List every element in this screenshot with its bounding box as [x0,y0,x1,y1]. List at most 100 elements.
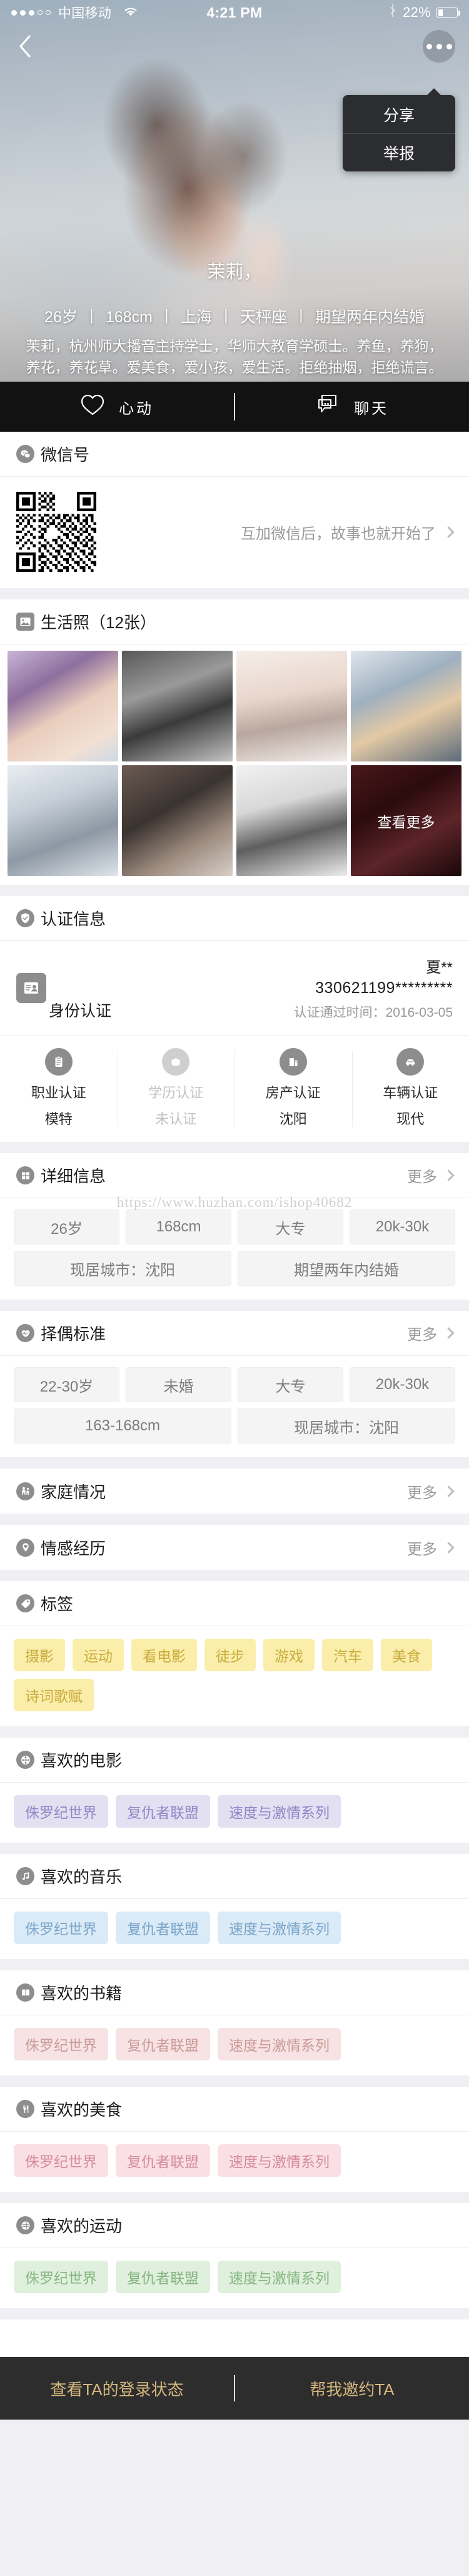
photo-view-more[interactable]: 查看更多 [351,765,461,876]
tag-item[interactable]: 美食 [381,1639,432,1671]
tag-item[interactable]: 运动 [73,1639,124,1671]
favorite-item[interactable]: 速度与激情系列 [218,2028,341,2060]
back-chevron-icon[interactable] [10,31,40,61]
detail-info-section: 详细信息 更多 https://www.huzhan.com/ishop4068… [0,1153,469,1300]
photo-thumbnail[interactable] [351,651,461,761]
verification-education-label: 学历认证 [148,1085,204,1101]
tags-section: 标签 摄影 运动 看电影 徒步 游戏 汽车 美食 诗词歌赋 [0,1581,469,1726]
section-gap [0,1142,469,1153]
like-button[interactable]: 心动 [0,394,234,420]
emotion-section[interactable]: 情感经历 更多 [0,1525,469,1570]
verification-car[interactable]: 车辆认证 现代 [351,1036,469,1142]
section-gap [0,1300,469,1311]
emotion-more[interactable]: 更多 [407,1537,455,1559]
favorite-music-list: 侏罗纪世界 复仇者联盟 速度与激情系列 [0,1899,469,1959]
favorite-item[interactable]: 侏罗纪世界 [14,2028,108,2060]
tag-item[interactable]: 诗词歌赋 [14,1679,94,1711]
favorite-books-title: 喜欢的书籍 [41,1984,123,2003]
house-icon [279,1048,307,1076]
favorite-item[interactable]: 速度与激情系列 [218,2144,341,2177]
verification-property-value: 沈阳 [279,1111,307,1127]
verification-occupation-label: 职业认证 [31,1085,86,1101]
favorite-sport-section: 喜欢的运动 侏罗纪世界 复仇者联盟 速度与激情系列 [0,2203,469,2308]
favorite-item[interactable]: 复仇者联盟 [116,1912,210,1944]
photo-thumbnail[interactable] [236,651,347,761]
photo-view-more-label[interactable]: 查看更多 [351,765,461,876]
photo-thumbnail[interactable] [122,651,233,761]
favorite-item[interactable]: 侏罗纪世界 [14,1795,108,1828]
chat-button[interactable]: 聊天 [235,394,469,420]
heart-icon [80,394,105,420]
favorite-item[interactable]: 侏罗纪世界 [14,2261,108,2293]
photo-thumbnail[interactable] [8,651,118,761]
tag-item[interactable]: 摄影 [14,1639,65,1671]
battery-percent-label: 22% [403,4,431,20]
qr-code-icon[interactable] [16,492,96,572]
wechat-title: 微信号 [41,445,90,464]
id-number: 330621199********* [315,979,453,997]
photo-thumbnail[interactable] [8,765,118,876]
like-label: 心动 [119,400,154,417]
photos-section: 生活照（12张） 查看更多 [0,599,469,885]
emotion-header: 情感经历 更多 [0,1525,469,1570]
favorite-item[interactable]: 复仇者联盟 [116,2144,210,2177]
criteria-more[interactable]: 更多 [407,1322,455,1344]
detail-chip: 168cm [126,1209,231,1245]
detail-info-row-2: 现居城市：沈阳 期望两年内结婚 [14,1251,455,1286]
favorite-item[interactable]: 速度与激情系列 [218,2261,341,2293]
verification-occupation[interactable]: 职业认证 模特 [0,1036,118,1142]
food-icon [16,2100,34,2118]
menu-item-report[interactable]: 举报 [343,133,455,171]
favorite-item[interactable]: 速度与激情系列 [218,1795,341,1828]
favorite-food-header: 喜欢的美食 [0,2087,469,2132]
family-icon [16,1482,34,1500]
tag-item[interactable]: 看电影 [131,1639,197,1671]
verification-property[interactable]: 房产认证 沈阳 [234,1036,352,1142]
favorite-item[interactable]: 复仇者联盟 [116,1795,210,1828]
photo-grid: 查看更多 [0,644,469,885]
view-login-status-button[interactable]: 查看TA的登录状态 [0,2377,234,2400]
photo-thumbnail[interactable] [236,765,347,876]
profile-description: 茉莉，杭州师大播音主持学士，华师大教育学硕士。养鱼，养狗，养花，养花草。爱美食，… [26,337,443,375]
detail-info-more[interactable]: 更多 [407,1164,455,1186]
invite-button[interactable]: 帮我邀约TA [235,2377,469,2400]
criteria-row-2: 163-168cm 现居城市：沈阳 [14,1408,455,1443]
verification-section: 认证信息 身份认证 夏** 330621199********* 认证通过时间：… [0,896,469,1142]
detail-chip: 现居城市：沈阳 [14,1251,231,1286]
tag-item[interactable]: 汽车 [322,1639,373,1671]
verification-car-value: 现代 [396,1111,425,1127]
favorite-item[interactable]: 侏罗纪世界 [14,1912,108,1944]
tag-item[interactable]: 游戏 [263,1639,315,1671]
section-gap [0,1570,469,1581]
chevron-right-icon [443,526,455,538]
verification-education[interactable]: 学历认证 未认证 [117,1036,235,1142]
family-header: 家庭情况 更多 [0,1469,469,1514]
music-note-icon [16,1867,34,1885]
favorite-item[interactable]: 复仇者联盟 [116,2261,210,2293]
meta-height: 168cm [105,308,153,326]
favorite-music-section: 喜欢的音乐 侏罗纪世界 复仇者联盟 速度与激情系列 [0,1854,469,1959]
criteria-row-1: 22-30岁 未婚 大专 20k-30k [14,1367,455,1402]
favorite-item[interactable]: 复仇者联盟 [116,2028,210,2060]
wechat-note[interactable]: 互加微信后，故事也就开始了 [241,521,455,543]
detail-info-more-label: 更多 [407,1169,437,1186]
profile-summary: 茉莉， 26岁丨 168cm 丨上海丨天枰座丨期望两年内结婚 茉莉，杭州师大播音主持… [0,257,469,378]
family-section[interactable]: 家庭情况 更多 [0,1469,469,1514]
photo-thumbnail[interactable] [122,765,233,876]
favorite-sport-header: 喜欢的运动 [0,2203,469,2248]
family-more[interactable]: 更多 [407,1480,455,1502]
tag-item[interactable]: 徒步 [204,1639,256,1671]
verification-title: 认证信息 [41,910,106,929]
section-gap [0,1959,469,1970]
chevron-right-icon [443,1541,455,1554]
criteria-chips: 22-30岁 未婚 大专 20k-30k 163-168cm 现居城市：沈阳 [0,1356,469,1457]
menu-item-share[interactable]: 分享 [343,95,455,133]
favorite-item[interactable]: 速度与激情系列 [218,1912,341,1944]
verification-occupation-value: 模特 [44,1111,73,1127]
nav-bar [0,25,469,68]
action-divider [234,393,235,420]
favorite-item[interactable]: 侏罗纪世界 [14,2144,108,2177]
chat-bubble-icon [315,394,340,420]
meta-city: 上海 [180,308,212,326]
more-dots-icon[interactable] [423,30,455,63]
